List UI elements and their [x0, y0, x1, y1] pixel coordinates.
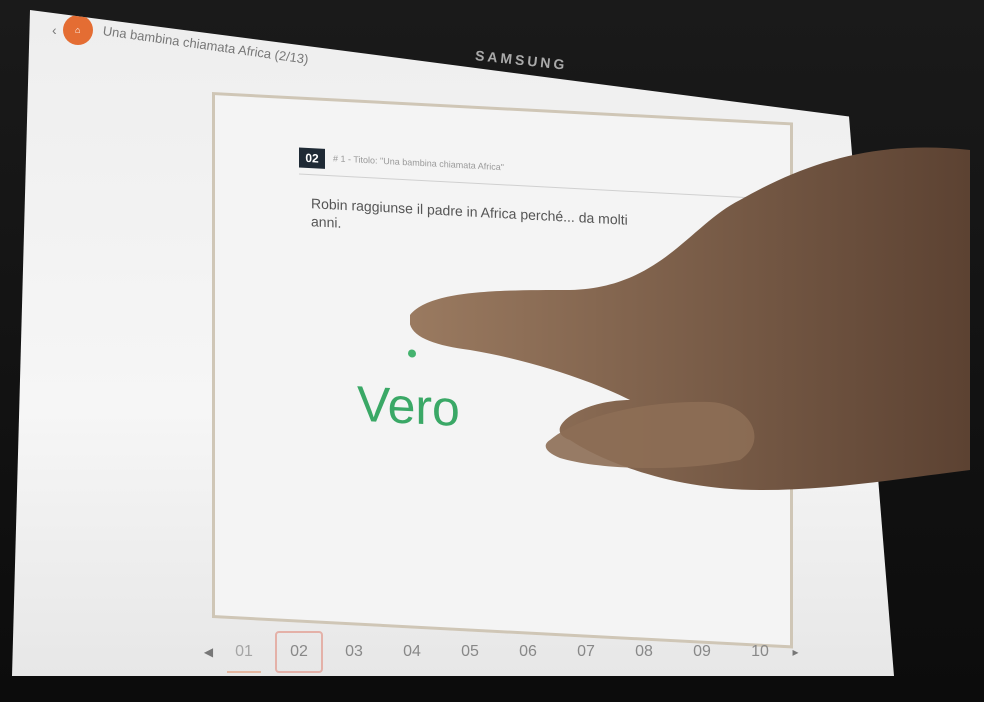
page-03[interactable]: 03: [325, 643, 383, 661]
page-05[interactable]: 05: [441, 643, 499, 661]
next-page-icon[interactable]: ▸: [789, 645, 802, 659]
page-list: 01 02 03 04 05 06 07 08 09 10: [215, 631, 789, 673]
page-06[interactable]: 06: [499, 643, 557, 661]
app-logo: ⌂: [62, 15, 93, 45]
page-04[interactable]: 04: [383, 643, 441, 661]
question-number: 02: [299, 147, 325, 169]
hand-overlay: [410, 147, 970, 490]
pagination: ◀ 01 02 03 04 05 06 07 08 09 10 ▸: [202, 631, 802, 673]
prev-page-icon[interactable]: ◀: [202, 645, 215, 659]
page-07[interactable]: 07: [557, 643, 615, 661]
page-02[interactable]: 02: [275, 631, 323, 673]
page-10[interactable]: 10: [731, 643, 789, 661]
page-09[interactable]: 09: [673, 643, 731, 661]
page-01[interactable]: 01: [215, 643, 273, 673]
back-icon[interactable]: ‹: [52, 22, 57, 38]
page-08[interactable]: 08: [615, 643, 673, 661]
